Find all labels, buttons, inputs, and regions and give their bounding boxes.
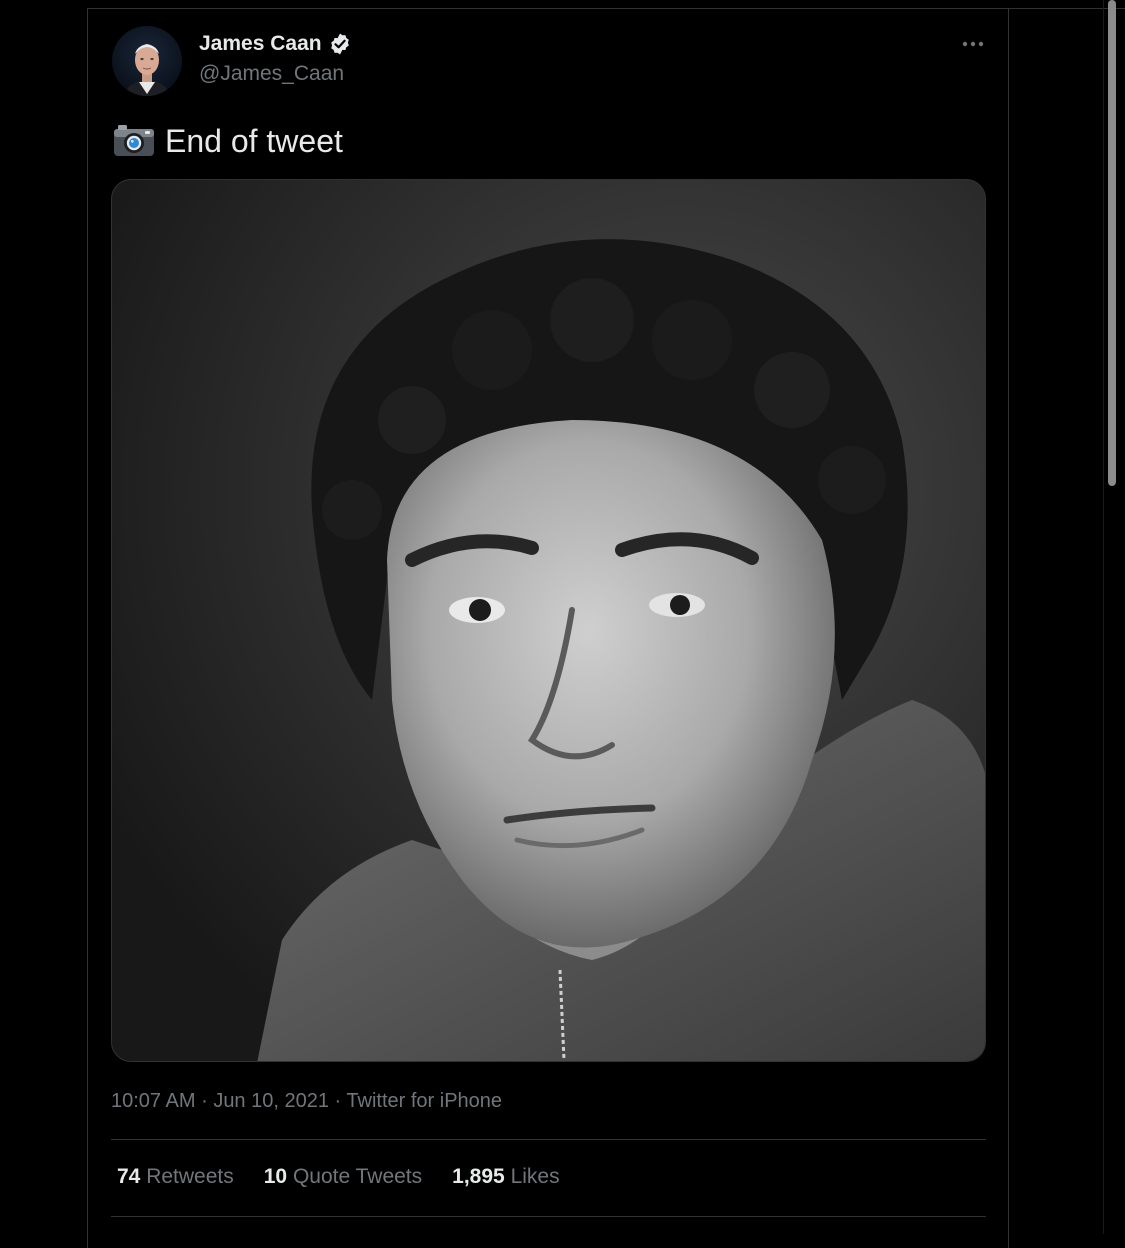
- quote-tweets-count: 10: [263, 1165, 288, 1188]
- tweet-timestamp: 10:07 AM · Jun 10, 2021 · Twitter for iP…: [111, 1087, 502, 1115]
- quote-tweets-link[interactable]: 10 Quote Tweets: [264, 1163, 422, 1191]
- meta-separator: ·: [201, 1090, 208, 1112]
- verified-badge-icon: [328, 32, 352, 56]
- author-name-row[interactable]: James Caan: [199, 30, 352, 58]
- likes-link[interactable]: 1,895 Likes: [452, 1163, 559, 1191]
- more-options-button[interactable]: [960, 34, 986, 54]
- retweets-label: Retweets: [146, 1165, 234, 1188]
- tweet-stats: 74 Retweets 10 Quote Tweets 1,895 Likes: [117, 1163, 560, 1191]
- retweets-count: 74: [117, 1165, 141, 1188]
- likes-count: 1,895: [452, 1165, 505, 1188]
- meta-separator: ·: [334, 1090, 342, 1112]
- tweet-time[interactable]: 10:07 AM: [111, 1090, 196, 1112]
- display-name[interactable]: James Caan: [199, 30, 322, 58]
- avatar[interactable]: [112, 26, 182, 96]
- tweet-photo[interactable]: [111, 179, 986, 1062]
- user-avatar-photo: [125, 44, 169, 96]
- retweets-link[interactable]: 74 Retweets: [117, 1163, 234, 1191]
- tweet-text: End of tweet: [113, 120, 343, 162]
- more-dots-icon: [962, 41, 984, 47]
- user-handle[interactable]: @James_Caan: [199, 60, 344, 88]
- black-and-white-portrait-photo: [112, 180, 985, 1061]
- scrollbar-thumb[interactable]: [1108, 0, 1116, 486]
- quote-tweets-label: Quote Tweets: [292, 1165, 423, 1188]
- camera-with-flash-icon: [113, 124, 155, 158]
- tweet-date[interactable]: Jun 10, 2021: [213, 1090, 329, 1112]
- tweet-source-link[interactable]: Twitter for iPhone: [346, 1090, 502, 1112]
- divider: [111, 1216, 986, 1217]
- tweet-body-text: End of tweet: [165, 123, 343, 159]
- likes-label: Likes: [510, 1165, 560, 1188]
- divider: [111, 1139, 986, 1140]
